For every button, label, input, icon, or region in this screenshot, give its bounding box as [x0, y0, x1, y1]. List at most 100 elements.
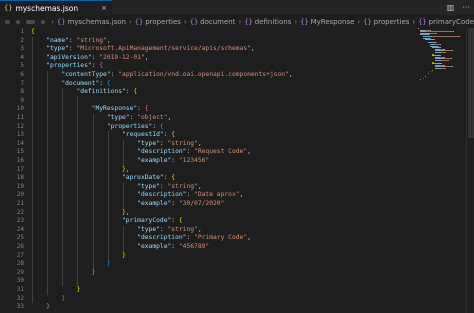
scrollbar-thumb[interactable]: [468, 28, 474, 138]
punctuation: [31, 260, 107, 267]
breadcrumb-file[interactable]: myschemas.json: [67, 18, 126, 26]
vertical-scrollbar[interactable]: [466, 28, 474, 313]
json-string: "Microsoft.ApiManagement/service/apis/sc…: [76, 45, 251, 53]
punctuation: :: [186, 191, 195, 199]
tab-actions: ▥ ···: [447, 0, 470, 15]
punctuation: [31, 269, 92, 276]
json-key: "type": [46, 45, 69, 53]
line-number: 31: [16, 286, 24, 293]
breadcrumb-item[interactable]: properties: [145, 18, 181, 26]
code-line: },: [31, 209, 130, 218]
breadcrumb-separator-icon: ›: [357, 17, 361, 26]
code-line: "contentType": "application/vnd.oai.open…: [31, 71, 293, 80]
punctuation: [31, 37, 46, 44]
code-line: "properties": {: [31, 62, 103, 71]
bracket: {: [133, 88, 138, 96]
object-icon: {}: [189, 17, 199, 26]
breadcrumb-items: ›{} properties ›{} document ›{} definitions ›{…: [126, 18, 474, 26]
bracket: {: [106, 79, 111, 87]
breadcrumb-item[interactable]: definitions: [255, 18, 292, 26]
minimap-stroke: [458, 36, 460, 37]
json-string: "Date aprox": [194, 191, 240, 199]
code-line: "primaryCode": {: [31, 217, 183, 226]
minimap-stroke: [452, 66, 454, 68]
punctuation: [31, 166, 122, 173]
minimap-stroke: [452, 50, 454, 52]
breadcrumb-item[interactable]: document: [200, 18, 235, 26]
code-line: "type": "string",: [31, 225, 201, 235]
punctuation: :: [186, 234, 195, 242]
line-number: 9: [20, 96, 24, 104]
code-line: "example": "123456": [31, 157, 209, 166]
breadcrumb-item[interactable]: properties: [374, 18, 410, 26]
line-number: 3: [20, 45, 24, 53]
punctuation: ,: [167, 114, 172, 121]
code-line: {: [31, 28, 35, 37]
bracket: {: [159, 122, 164, 130]
json-key: "type": [137, 139, 160, 147]
breadcrumb-blurred-path: [40, 19, 46, 24]
code-line: "type": "string",: [31, 183, 201, 192]
line-number: 27: [16, 251, 24, 259]
line-number: 22: [16, 208, 24, 216]
code-line: "apiVersion": "2019-12-01",: [31, 53, 148, 63]
minimap-stroke: [425, 39, 433, 41]
json-key: "example": [137, 157, 172, 164]
code-line: "example": "456789": [31, 243, 209, 252]
more-actions-icon[interactable]: ···: [462, 3, 470, 12]
code-area[interactable]: { "name": "string", "type": "Microsoft.A…: [31, 28, 411, 313]
code-editor[interactable]: 1 2 3 4 5 6 7 8 9 10 11 12 13 14 15 16 17 18 19 20 21 22 23 24 2…: [0, 28, 474, 313]
line-number: 21: [16, 200, 24, 207]
line-number: 18: [16, 174, 24, 182]
code-line: "type": "string",: [31, 139, 202, 149]
close-tab-icon[interactable]: ×: [101, 4, 107, 12]
code-line: "description": "Primary Code",: [31, 234, 251, 243]
json-key: "description": [137, 148, 187, 156]
punctuation: :: [137, 105, 145, 113]
line-number: 7: [20, 79, 24, 87]
tab-myschemas-json[interactable]: {} myschemas.json ×: [0, 0, 112, 15]
minimap-stroke: [430, 71, 431, 73]
punctuation: [31, 234, 137, 241]
punctuation: ,: [288, 71, 293, 78]
bracket: }: [91, 268, 96, 276]
bracket: {: [178, 217, 183, 225]
punctuation: :: [68, 36, 77, 44]
punctuation: ,: [197, 139, 202, 147]
punctuation: [31, 157, 137, 164]
json-key: "apiVersion": [46, 53, 92, 61]
code-line: }: [31, 295, 65, 304]
breadcrumb-item[interactable]: MyResponse: [311, 18, 355, 26]
punctuation: [31, 148, 137, 155]
line-number: 19: [16, 182, 24, 190]
minimap-stroke: [441, 60, 449, 61]
breadcrumb-item[interactable]: primaryCode: [429, 18, 474, 26]
object-icon: {}: [300, 17, 309, 26]
punctuation: [31, 252, 122, 259]
punctuation: ,: [250, 45, 255, 53]
split-editor-icon[interactable]: ▥: [447, 3, 455, 12]
json-string: "30/07/2020": [178, 200, 225, 207]
object-icon: {}: [363, 17, 372, 26]
punctuation: [31, 123, 107, 130]
punctuation: :: [152, 122, 160, 130]
minimap[interactable]: [418, 28, 466, 88]
bracket: }: [61, 294, 66, 302]
json-file-icon: {}: [4, 4, 13, 12]
bracket: }: [76, 286, 81, 293]
tab-bar: {} myschemas.json × ▥ ···: [0, 0, 474, 15]
punctuation: [31, 183, 137, 190]
json-key: "type": [137, 225, 160, 233]
line-number: 30: [16, 277, 24, 285]
line-number: 16: [16, 157, 24, 164]
punctuation: :: [99, 79, 107, 87]
breadcrumb: › {} myschemas.json ›{} properties ›{} docu…: [0, 15, 474, 28]
line-number: 2: [20, 36, 24, 44]
code-line: }: [31, 252, 126, 261]
punctuation: [31, 174, 122, 181]
minimap-stroke: [434, 39, 436, 41]
json-key: "contentType": [61, 71, 111, 78]
punctuation: :: [186, 148, 195, 156]
punctuation: [31, 114, 107, 121]
json-string: "Primary Code": [194, 234, 248, 242]
